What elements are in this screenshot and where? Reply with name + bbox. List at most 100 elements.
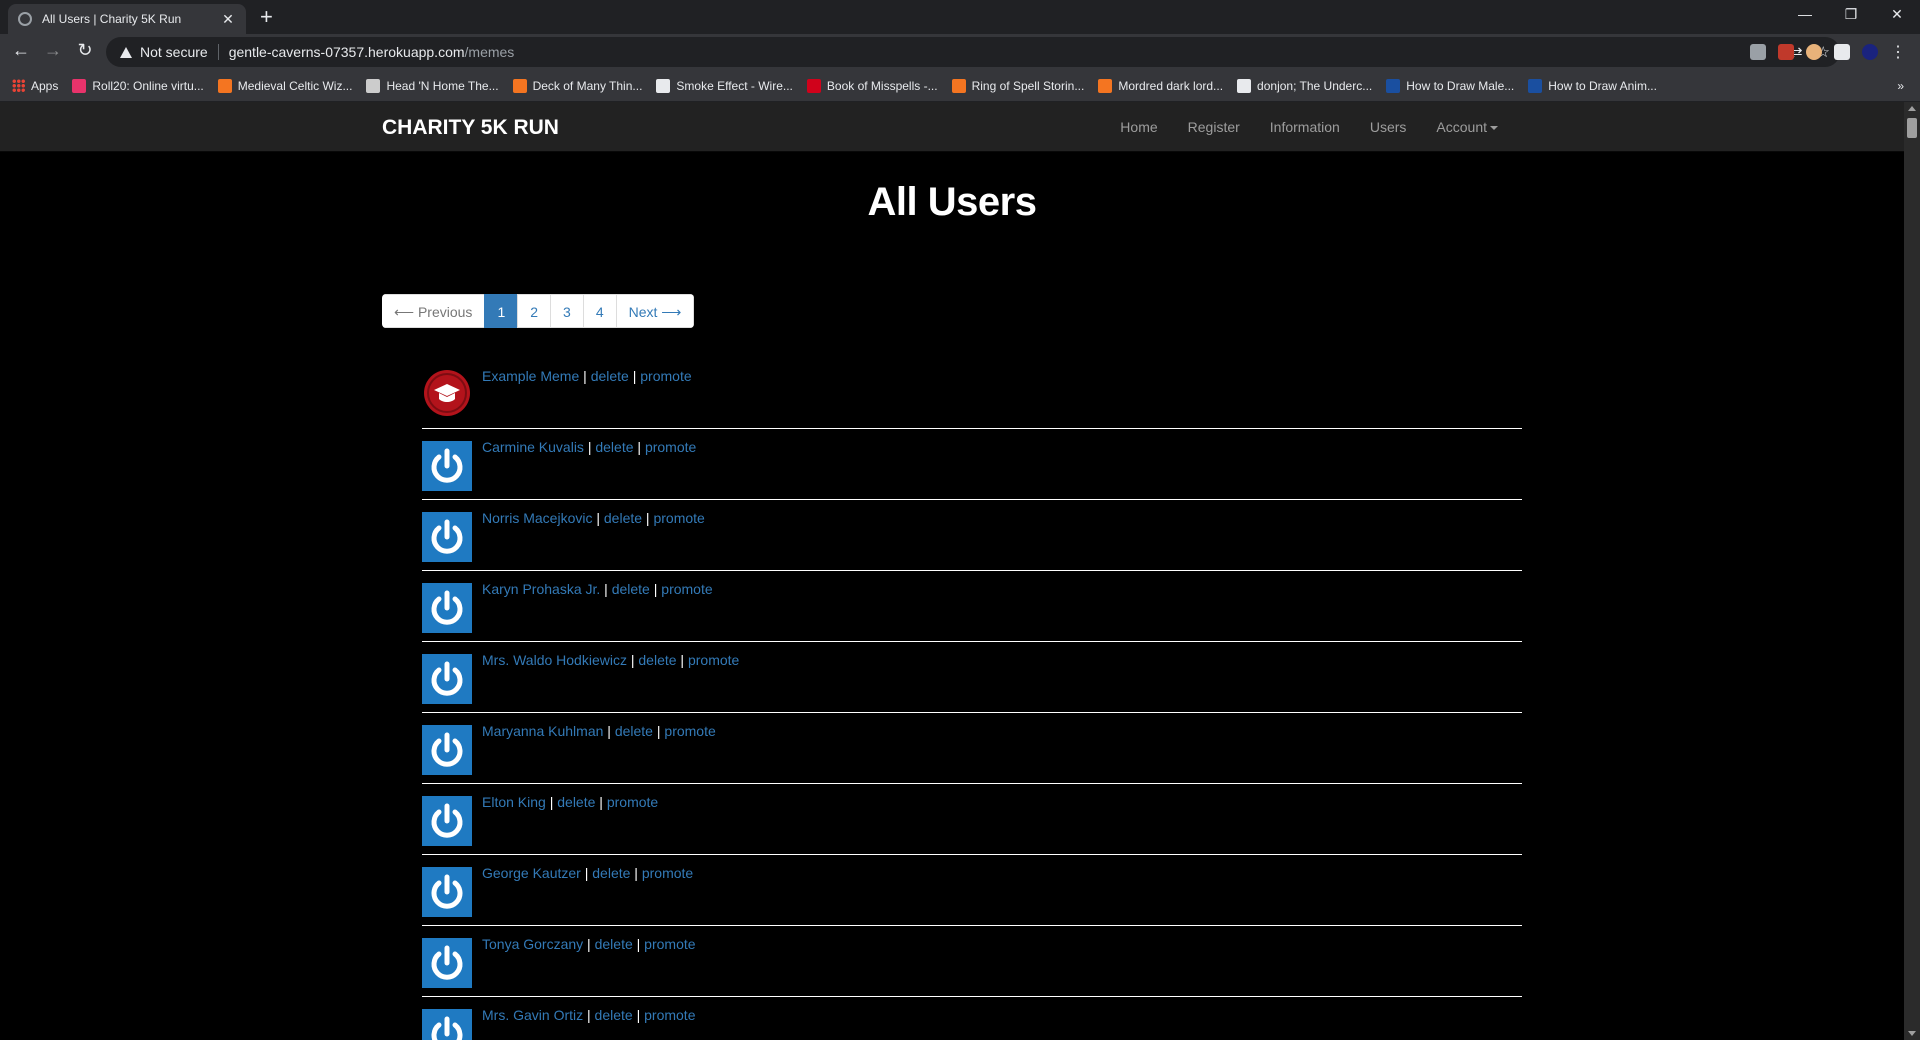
bookmark-item[interactable]: Head 'N Home The... [366,78,499,93]
bookmark-label: Book of Misspells -... [826,78,938,93]
pagination-page-1[interactable]: 1 [484,294,519,328]
bookmarks-overflow-icon[interactable]: » [1897,79,1904,93]
browser-tab[interactable]: All Users | Charity 5K Run ✕ [8,4,246,34]
delete-link[interactable]: delete [595,936,633,952]
separator: | [628,368,641,384]
extension-hand-icon[interactable] [1806,44,1822,60]
bookmark-label: How to Draw Male... [1406,78,1515,93]
nav-register[interactable]: Register [1173,119,1255,135]
bookmark-item[interactable]: How to Draw Anim... [1528,78,1657,93]
promote-link[interactable]: promote [640,368,691,384]
restore-icon[interactable]: ❐ [1828,0,1874,30]
nav-account-label: Account [1436,119,1487,135]
new-tab-button[interactable]: + [260,4,273,30]
promote-link[interactable]: promote [644,936,695,952]
bookmark-item[interactable]: Deck of Many Thin... [512,78,642,93]
bookmark-item[interactable]: Book of Misspells -... [806,78,938,93]
scroll-down-icon[interactable] [1908,1031,1916,1036]
bookmark-item[interactable]: Roll20: Online virtu... [72,78,204,93]
delete-link[interactable]: delete [615,723,653,739]
nav-users[interactable]: Users [1355,119,1422,135]
delete-link[interactable]: delete [595,439,633,455]
separator: | [649,581,662,597]
pagination-page-3[interactable]: 3 [550,294,584,328]
close-tab-icon[interactable]: ✕ [220,11,236,28]
delete-link[interactable]: delete [557,794,595,810]
puzzle-icon[interactable] [1834,44,1850,60]
promote-link[interactable]: promote [642,865,693,881]
delete-link[interactable]: delete [595,1007,633,1023]
user-name-link[interactable]: Mrs. Waldo Hodkiewicz [482,652,627,668]
user-row: George Kautzer | delete | promote [422,855,1522,926]
forward-icon[interactable]: → [40,40,66,61]
nav-account-dropdown[interactable]: Account [1421,119,1513,135]
nav-home[interactable]: Home [1105,119,1172,135]
user-row: Carmine Kuvalis | delete | promote [422,429,1522,500]
user-name-link[interactable]: Tonya Gorczany [482,936,583,952]
user-name-link[interactable]: Carmine Kuvalis [482,439,584,455]
bookmark-item[interactable]: Mordred dark lord... [1098,78,1223,93]
bookmark-label: Medieval Celtic Wiz... [237,78,353,93]
pagination-previous[interactable]: ⟵ Previous [382,294,486,328]
site-brand[interactable]: CHARITY 5K RUN [382,116,559,140]
bookmark-label: Apps [31,78,59,93]
user-name-link[interactable]: Karyn Prohaska Jr. [482,581,600,597]
user-name-link[interactable]: Mrs. Gavin Ortiz [482,1007,583,1023]
user-name-link[interactable]: Example Meme [482,368,579,384]
user-name-link[interactable]: Norris Macejkovic [482,510,592,526]
close-window-icon[interactable]: ✕ [1874,0,1920,30]
delete-link[interactable]: delete [592,865,630,881]
promote-link[interactable]: promote [607,794,658,810]
security-label[interactable]: Not secure [140,44,208,60]
power-icon [422,938,472,988]
back-icon[interactable]: ← [8,40,34,61]
pagination-page-2[interactable]: 2 [517,294,552,328]
separator: | [603,723,615,739]
pagination-page-4[interactable]: 4 [582,294,617,328]
separator: | [580,865,593,881]
bookmark-item[interactable]: How to Draw Male... [1386,78,1515,93]
user-name-link[interactable]: Elton King [482,794,546,810]
extension-flag-icon[interactable] [1778,44,1794,60]
user-row: Maryanna Kuhlman | delete | promote [422,713,1522,784]
menu-dots-icon[interactable]: ⋮ [1890,42,1906,62]
page-scrollbar[interactable] [1904,102,1920,1040]
promote-link[interactable]: promote [688,652,739,668]
bookmark-item[interactable]: Apps [12,79,58,93]
separator: | [633,439,645,455]
reload-icon[interactable]: ↻ [72,40,98,61]
promote-link[interactable]: promote [653,510,704,526]
bookmark-item[interactable]: donjon; The Underc... [1237,78,1372,93]
promote-link[interactable]: promote [661,581,712,597]
delete-link[interactable]: delete [612,581,650,597]
profile-avatar[interactable] [1862,44,1878,60]
bookmark-favicon-icon [217,78,232,93]
user-line: Mrs. Gavin Ortiz | delete | promote [482,1007,695,1023]
address-bar[interactable]: Not secure gentle-caverns-07357.herokuap… [106,37,1840,67]
bookmark-item[interactable]: Smoke Effect - Wire... [656,78,793,93]
user-name-link[interactable]: George Kautzer [482,865,581,881]
minimize-icon[interactable]: — [1782,0,1828,30]
separator: | [652,723,665,739]
user-row: Example Meme | delete | promote [422,358,1522,429]
user-line: Carmine Kuvalis | delete | promote [482,439,696,455]
user-row: Karyn Prohaska Jr. | delete | promote [422,571,1522,642]
user-name-link[interactable]: Maryanna Kuhlman [482,723,603,739]
bookmark-item[interactable]: Ring of Spell Storin... [951,78,1084,93]
delete-link[interactable]: delete [638,652,676,668]
nav-information[interactable]: Information [1255,119,1355,135]
delete-link[interactable]: delete [604,510,642,526]
url-host: gentle-caverns-07357.herokuapp.com [228,44,465,60]
extension-k-icon[interactable] [1750,44,1766,60]
page-viewport: CHARITY 5K RUN Home Register Information… [0,102,1904,1040]
scroll-up-icon[interactable] [1908,106,1916,111]
delete-link[interactable]: delete [591,368,629,384]
promote-link[interactable]: promote [644,1007,695,1023]
promote-link[interactable]: promote [645,439,696,455]
bookmark-item[interactable]: Medieval Celtic Wiz... [217,78,353,93]
scroll-thumb[interactable] [1907,118,1917,138]
separator: | [600,581,612,597]
pagination-next[interactable]: Next ⟶ [615,294,695,328]
browser-toolbar: ← → ↻ Not secure gentle-caverns-07357.he… [0,34,1920,70]
promote-link[interactable]: promote [664,723,715,739]
